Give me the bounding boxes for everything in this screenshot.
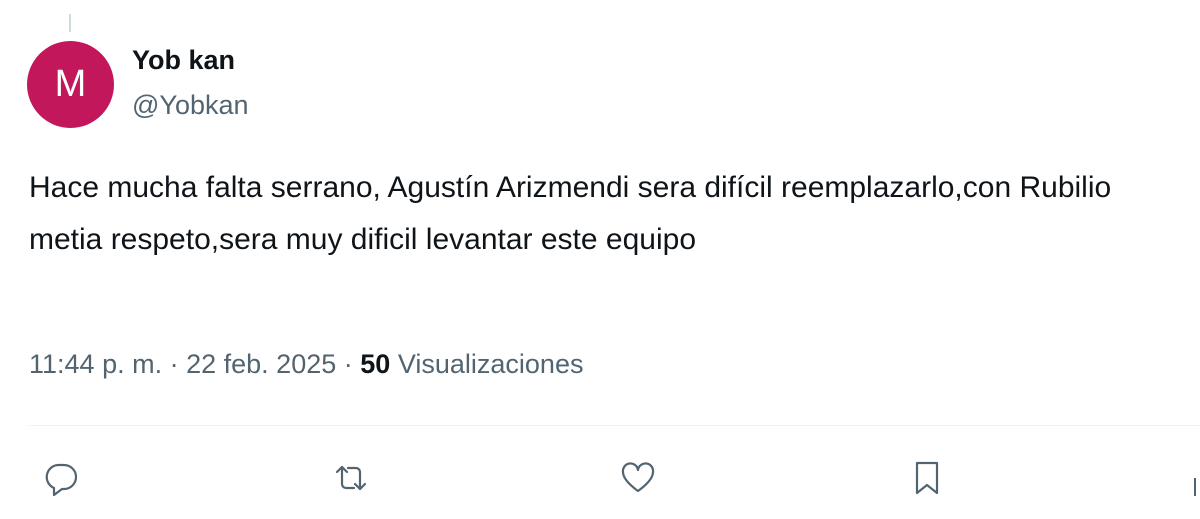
tweet[interactable]: M Yob kan @Yobkan Hace mucha falta serra… [0,0,1200,519]
bookmark-icon [915,461,939,495]
repost-icon [335,465,367,491]
avatar-letter: M [54,63,87,105]
divider [29,425,1200,426]
user-handle[interactable]: @Yobkan [132,90,249,121]
tweet-time[interactable]: 11:44 p. m. [29,349,162,379]
views-count: 50 [360,349,391,379]
reply-button[interactable] [33,450,89,506]
display-name[interactable]: Yob kan [132,45,235,76]
like-button[interactable] [610,450,666,506]
bookmark-button[interactable] [899,450,955,506]
tweet-date[interactable]: 22 feb. 2025 [186,349,336,379]
share-icon[interactable] [1194,478,1200,496]
repost-button[interactable] [323,450,379,506]
reply-icon [45,463,78,497]
views-label: Visualizaciones [397,349,584,379]
meta-separator: · [169,349,179,379]
meta-separator: · [343,349,353,379]
action-bar [0,450,1200,506]
tweet-text: Hace mucha falta serrano, Agustín Arizme… [29,171,1112,256]
avatar[interactable]: M [27,41,114,128]
tweet-metadata: 11:44 p. m. · 22 feb. 2025 · 50 Visualiz… [29,349,583,380]
heart-icon [621,462,655,493]
